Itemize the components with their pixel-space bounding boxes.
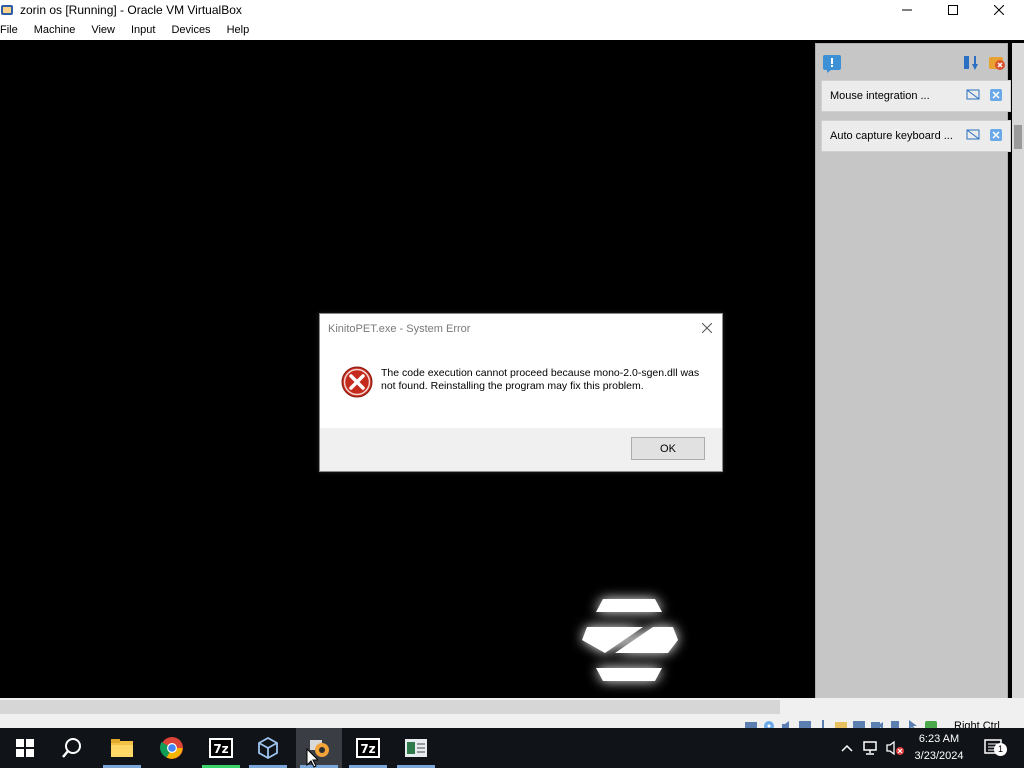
dismiss-all-icon[interactable] [988,54,1006,75]
menu-view[interactable]: View [83,24,123,36]
taskbar-7zip[interactable]: 7z [198,728,244,768]
clock-time: 6:23 AM [918,733,960,745]
menu-file[interactable]: File [0,24,26,36]
chevron-up-icon [841,744,853,752]
virtualbox-icon [0,3,14,17]
scrollbar-thumb[interactable] [1014,125,1022,149]
zorin-logo [565,585,695,695]
error-icon [341,366,373,398]
taskbar-file-explorer[interactable] [99,728,145,768]
dialog-footer: OK [320,428,722,471]
window-titlebar: zorin os [Running] - Oracle VM VirtualBo… [0,0,1024,20]
close-notification-icon[interactable] [990,89,1002,104]
minimize-icon [902,9,912,11]
search-button[interactable] [49,728,95,768]
taskbar-virtualbox[interactable] [245,728,291,768]
windows-logo-icon [16,739,34,757]
notification-item[interactable]: Auto capture keyboard ... [821,120,1011,152]
svg-text:7z: 7z [213,742,228,756]
minimize-button[interactable] [884,0,930,20]
system-error-dialog: KinitoPET.exe - System Error The code ex… [319,313,723,472]
close-button[interactable] [976,0,1022,20]
folder-icon [111,739,133,757]
close-icon [994,5,1004,15]
dialog-message: The code execution cannot proceed becaus… [381,367,700,392]
mouse-cursor-icon [306,748,318,768]
clock-date: 3/23/2024 [914,750,964,762]
search-icon [62,738,81,758]
document-app-icon [405,739,427,757]
menubar: File Machine View Input Devices Help [0,20,1024,40]
taskbar-notepad-app[interactable] [393,728,439,768]
menu-help[interactable]: Help [219,24,258,36]
notification-scrollbar[interactable] [1012,43,1024,700]
chrome-icon [160,737,183,759]
notification-panel: Mouse integration ... Auto capture keybo… [813,40,1024,702]
start-button[interactable] [2,728,48,768]
notification-text: Mouse integration ... [830,90,930,102]
notification-center-icon[interactable] [822,54,842,77]
menu-input[interactable]: Input [123,24,163,36]
menu-devices[interactable]: Devices [163,24,218,36]
windows-taskbar: 7z 7z 6:23 AM 3/23/2024 1 [0,728,1024,768]
taskbar-virtualbox-vm[interactable] [296,728,342,768]
ok-button[interactable]: OK [631,437,705,460]
svg-text:7z: 7z [360,742,375,756]
scrollbar-track[interactable] [0,700,780,714]
network-icon [863,741,877,755]
notification-text: Auto capture keyboard ... [830,130,953,142]
close-icon [702,323,712,333]
taskbar-chrome[interactable] [149,728,195,768]
notification-list: Mouse integration ... Auto capture keybo… [815,43,1011,702]
taskbar-7zip-2[interactable]: 7z [345,728,391,768]
horizontal-scrollbar[interactable] [0,698,1024,718]
7zip-icon: 7z [209,738,233,758]
taskbar-clock[interactable]: 6:23 AM 3/23/2024 [902,731,976,765]
virtualbox-cube-icon [258,736,278,760]
action-center-button[interactable]: 1 [980,728,1010,768]
show-hidden-icons-button[interactable] [837,728,857,768]
dialog-title: KinitoPET.exe - System Error [328,323,471,335]
window-title: zorin os [Running] - Oracle VM VirtualBo… [20,3,242,17]
mute-notification-icon[interactable] [966,129,980,144]
menu-machine[interactable]: Machine [26,24,84,36]
notification-item[interactable]: Mouse integration ... [821,80,1011,112]
sort-icon[interactable] [962,54,980,75]
notification-count-badge: 1 [994,743,1007,756]
network-tray-button[interactable] [860,728,882,768]
close-notification-icon[interactable] [990,129,1002,144]
maximize-button[interactable] [930,0,976,20]
7zip-icon: 7z [356,738,380,758]
dialog-close-button[interactable] [698,320,716,336]
mute-notification-icon[interactable] [966,89,980,104]
maximize-icon [948,5,958,15]
